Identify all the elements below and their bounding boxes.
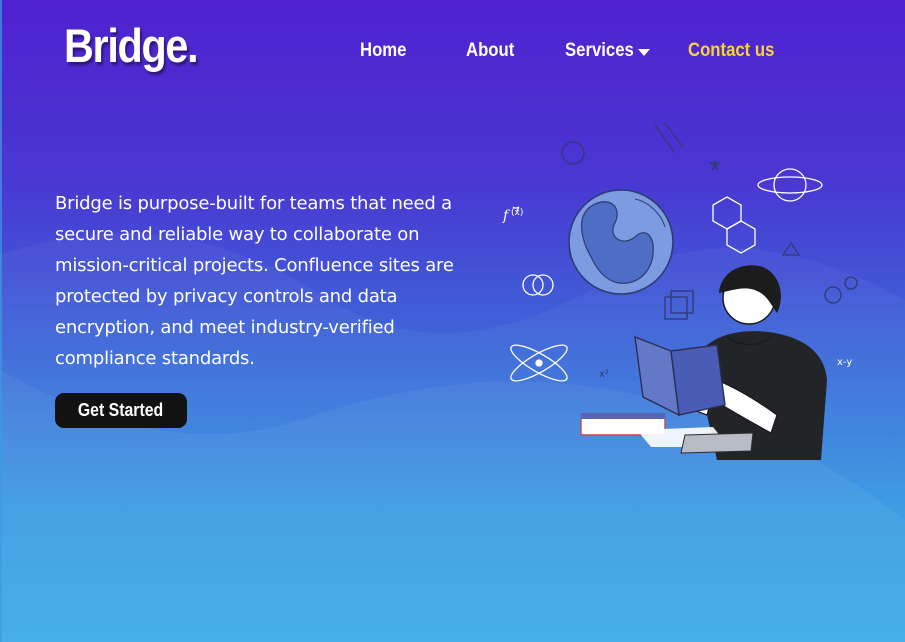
brand-logo[interactable]: Bridge.	[64, 18, 199, 73]
globe-icon	[568, 189, 674, 295]
svg-text:(x): (x)	[511, 208, 523, 218]
nav-home[interactable]: Home	[360, 40, 406, 62]
svg-text:f: f	[502, 208, 511, 224]
book-icon	[634, 335, 726, 417]
chevron-down-icon[interactable]	[638, 49, 650, 56]
hero-description: Bridge is purpose-built for teams that n…	[55, 193, 454, 369]
svg-text:x-y: x-y	[837, 357, 852, 368]
nav-contact[interactable]: Contact us	[688, 40, 774, 62]
nav-services[interactable]: Services	[565, 40, 634, 62]
get-started-button[interactable]: Get Started	[55, 393, 187, 428]
nav-about[interactable]: About	[466, 40, 514, 62]
window-edge	[0, 0, 2, 642]
reading-person-illustration: f (x) x-y x²	[502, 122, 858, 460]
svg-text:x²: x²	[599, 369, 609, 380]
get-started-label: Get Started	[78, 400, 164, 420]
